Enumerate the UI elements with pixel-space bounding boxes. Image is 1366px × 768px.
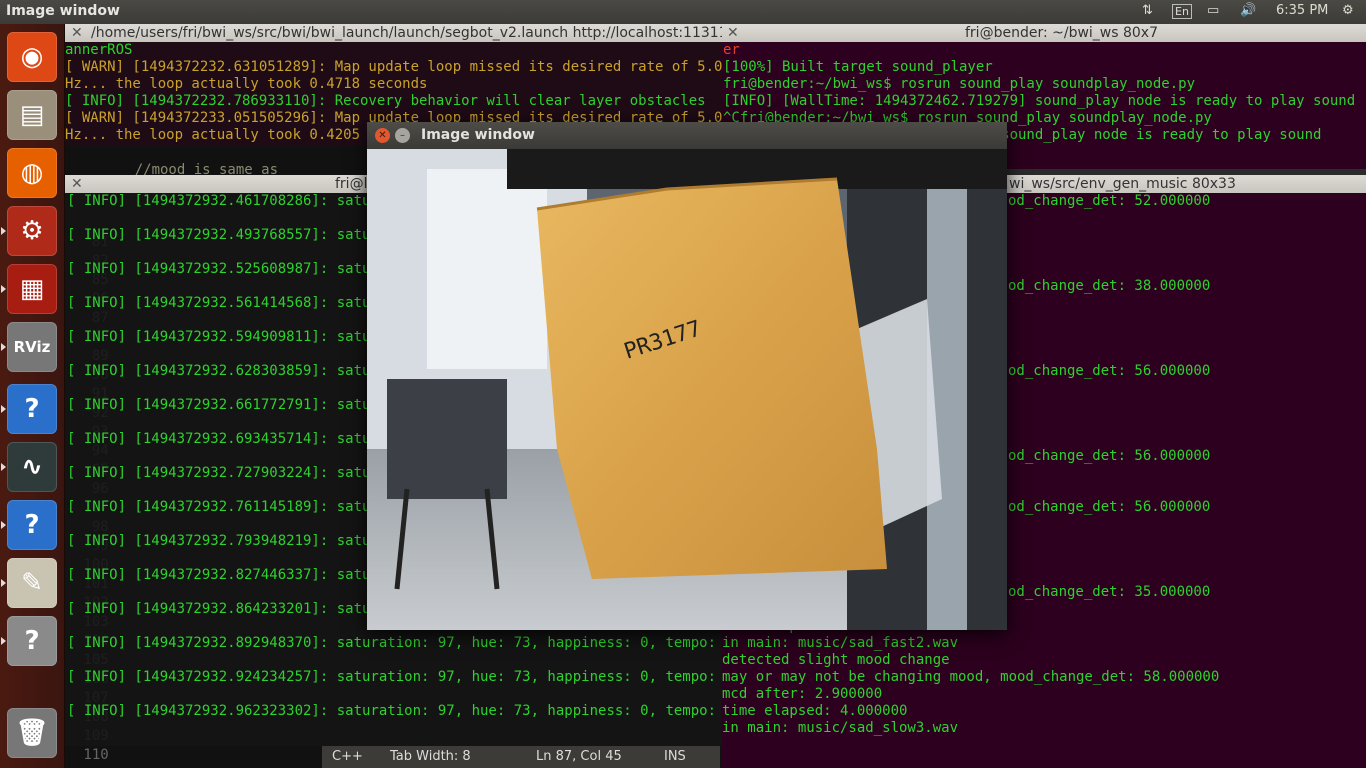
terminal-line: [ INFO] [1494372932.924234257]: saturati… — [67, 669, 722, 685]
battery-icon[interactable]: ▭ — [1207, 3, 1219, 18]
rviz-icon[interactable]: RViz — [7, 322, 57, 372]
active-window-title: Image window — [6, 3, 120, 19]
keyboard-layout-indicator[interactable]: En — [1172, 4, 1192, 19]
text-editor-icon[interactable]: ✎ — [7, 558, 57, 608]
running-indicator — [1, 285, 6, 293]
terminal-line: od_change_det: 56.000000 — [1008, 363, 1211, 379]
volume-icon[interactable]: 🔊 — [1240, 3, 1256, 18]
camera-image: PR3177 — [367, 149, 1007, 630]
terminal-line: [ INFO] [1494372232.786933110]: Recovery… — [65, 93, 706, 109]
image-window-title: Image window — [421, 127, 535, 143]
terminal-line: in main: music/sad_slow3.wav — [722, 720, 959, 736]
close-icon[interactable]: ✕ — [71, 176, 83, 192]
terminal-line: in main: music/sad_fast2.wav — [722, 635, 959, 651]
line-number: 110 — [75, 747, 109, 763]
cursor-position: Ln 87, Col 45 — [536, 749, 622, 764]
terminal-line: may or may not be changing mood, mood_ch… — [722, 669, 1220, 685]
launcher: ◉ ▤ ◍ ⚙ ▦ RViz? ∿? ✎? 🗑 — [0, 24, 65, 768]
running-indicator — [1, 405, 6, 413]
terminal-panel-icon[interactable]: ▦ — [7, 264, 57, 314]
clock[interactable]: 6:35 PM — [1276, 3, 1328, 18]
trash-icon[interactable]: 🗑 — [7, 708, 57, 758]
image-window[interactable]: Image window ✕ – PR3177 — [367, 122, 1007, 630]
terminal-line: time elapsed: 4.000000 — [722, 703, 908, 719]
terminal-line: od_change_det: 35.000000 — [1008, 584, 1211, 600]
settings-icon[interactable]: ⚙ — [7, 206, 57, 256]
music-terminal-title: wi_ws/src/env_gen_music 80x33 — [1009, 176, 1236, 192]
running-indicator — [1, 579, 6, 587]
music-terminal-titlebar[interactable]: wi_ws/src/env_gen_music 80x33 — [1007, 175, 1366, 193]
terminal-line: annerROS — [65, 42, 133, 58]
help-icon-2[interactable]: ? — [7, 500, 57, 550]
network-icon[interactable]: ⇅ — [1142, 3, 1153, 18]
terminal-line: [ INFO] [1494372932.892948370]: saturati… — [67, 635, 722, 651]
running-indicator — [1, 343, 6, 351]
minimize-window-button[interactable]: – — [395, 128, 410, 143]
terminal-line: od_change_det: 52.000000 — [1008, 193, 1211, 209]
terminal-line: er — [723, 42, 740, 58]
unknown-app-icon[interactable]: ? — [7, 616, 57, 666]
terminal-line: [INFO] [WallTime: 1494372462.719279] sou… — [723, 93, 1356, 109]
settings-gear-icon[interactable]: ⚙ — [1342, 3, 1354, 18]
system-monitor-icon[interactable]: ∿ — [7, 442, 57, 492]
ubuntu-dash-icon[interactable]: ◉ — [7, 32, 57, 82]
terminal-line: [ WARN] [1494372232.631051289]: Map upda… — [65, 59, 722, 75]
close-icon[interactable]: ✕ — [727, 25, 739, 41]
firefox-icon[interactable]: ◍ — [7, 148, 57, 198]
launch-terminal-titlebar[interactable]: /home/users/fri/bwi_ws/src/bwi/bwi_launc… — [65, 24, 722, 42]
running-indicator — [1, 637, 6, 645]
close-icon[interactable]: ✕ — [71, 25, 83, 41]
top-panel: Image window ⇅ En ▭ 🔊 6:35 PM ⚙ — [0, 0, 1366, 24]
running-indicator — [1, 227, 6, 235]
terminal-line: detected slight mood change — [722, 652, 950, 668]
close-window-button[interactable]: ✕ — [375, 128, 390, 143]
terminal-line: od_change_det: 56.000000 — [1008, 499, 1211, 515]
files-icon[interactable]: ▤ — [7, 90, 57, 140]
terminal-line: mcd after: 2.900000 — [722, 686, 883, 702]
launch-terminal-title: /home/users/fri/bwi_ws/src/bwi/bwi_launc… — [91, 25, 722, 41]
terminal-line: [100%] Built target sound_player — [723, 59, 993, 75]
tab-width-selector[interactable]: Tab Width: 8 — [390, 746, 471, 768]
terminal-line: Hz... the loop actually took 0.4718 seco… — [65, 76, 428, 92]
terminal-line: od_change_det: 38.000000 — [1008, 278, 1211, 294]
terminal-line: od_change_det: 56.000000 — [1008, 448, 1211, 464]
running-indicator — [1, 463, 6, 471]
image-window-titlebar[interactable]: Image window — [367, 122, 1007, 149]
terminal-line: fri@bender:~/bwi_ws$ rosrun sound_play s… — [723, 76, 1196, 92]
info-terminal-title: fri@l — [335, 176, 368, 192]
running-indicator — [1, 521, 6, 529]
help-icon[interactable]: ? — [7, 384, 57, 434]
terminal-line: [ INFO] [1494372932.962323302]: saturati… — [67, 703, 722, 719]
insert-mode: INS — [664, 749, 686, 764]
sound-terminal-titlebar[interactable]: fri@bender: ~/bwi_ws 80x7 — [722, 24, 1366, 42]
sound-terminal-title: fri@bender: ~/bwi_ws 80x7 — [965, 25, 1158, 41]
editor-statusbar: C++ Tab Width: 8 Ln 87, Col 45 INS — [322, 746, 720, 768]
language-selector[interactable]: C++ — [332, 746, 363, 768]
